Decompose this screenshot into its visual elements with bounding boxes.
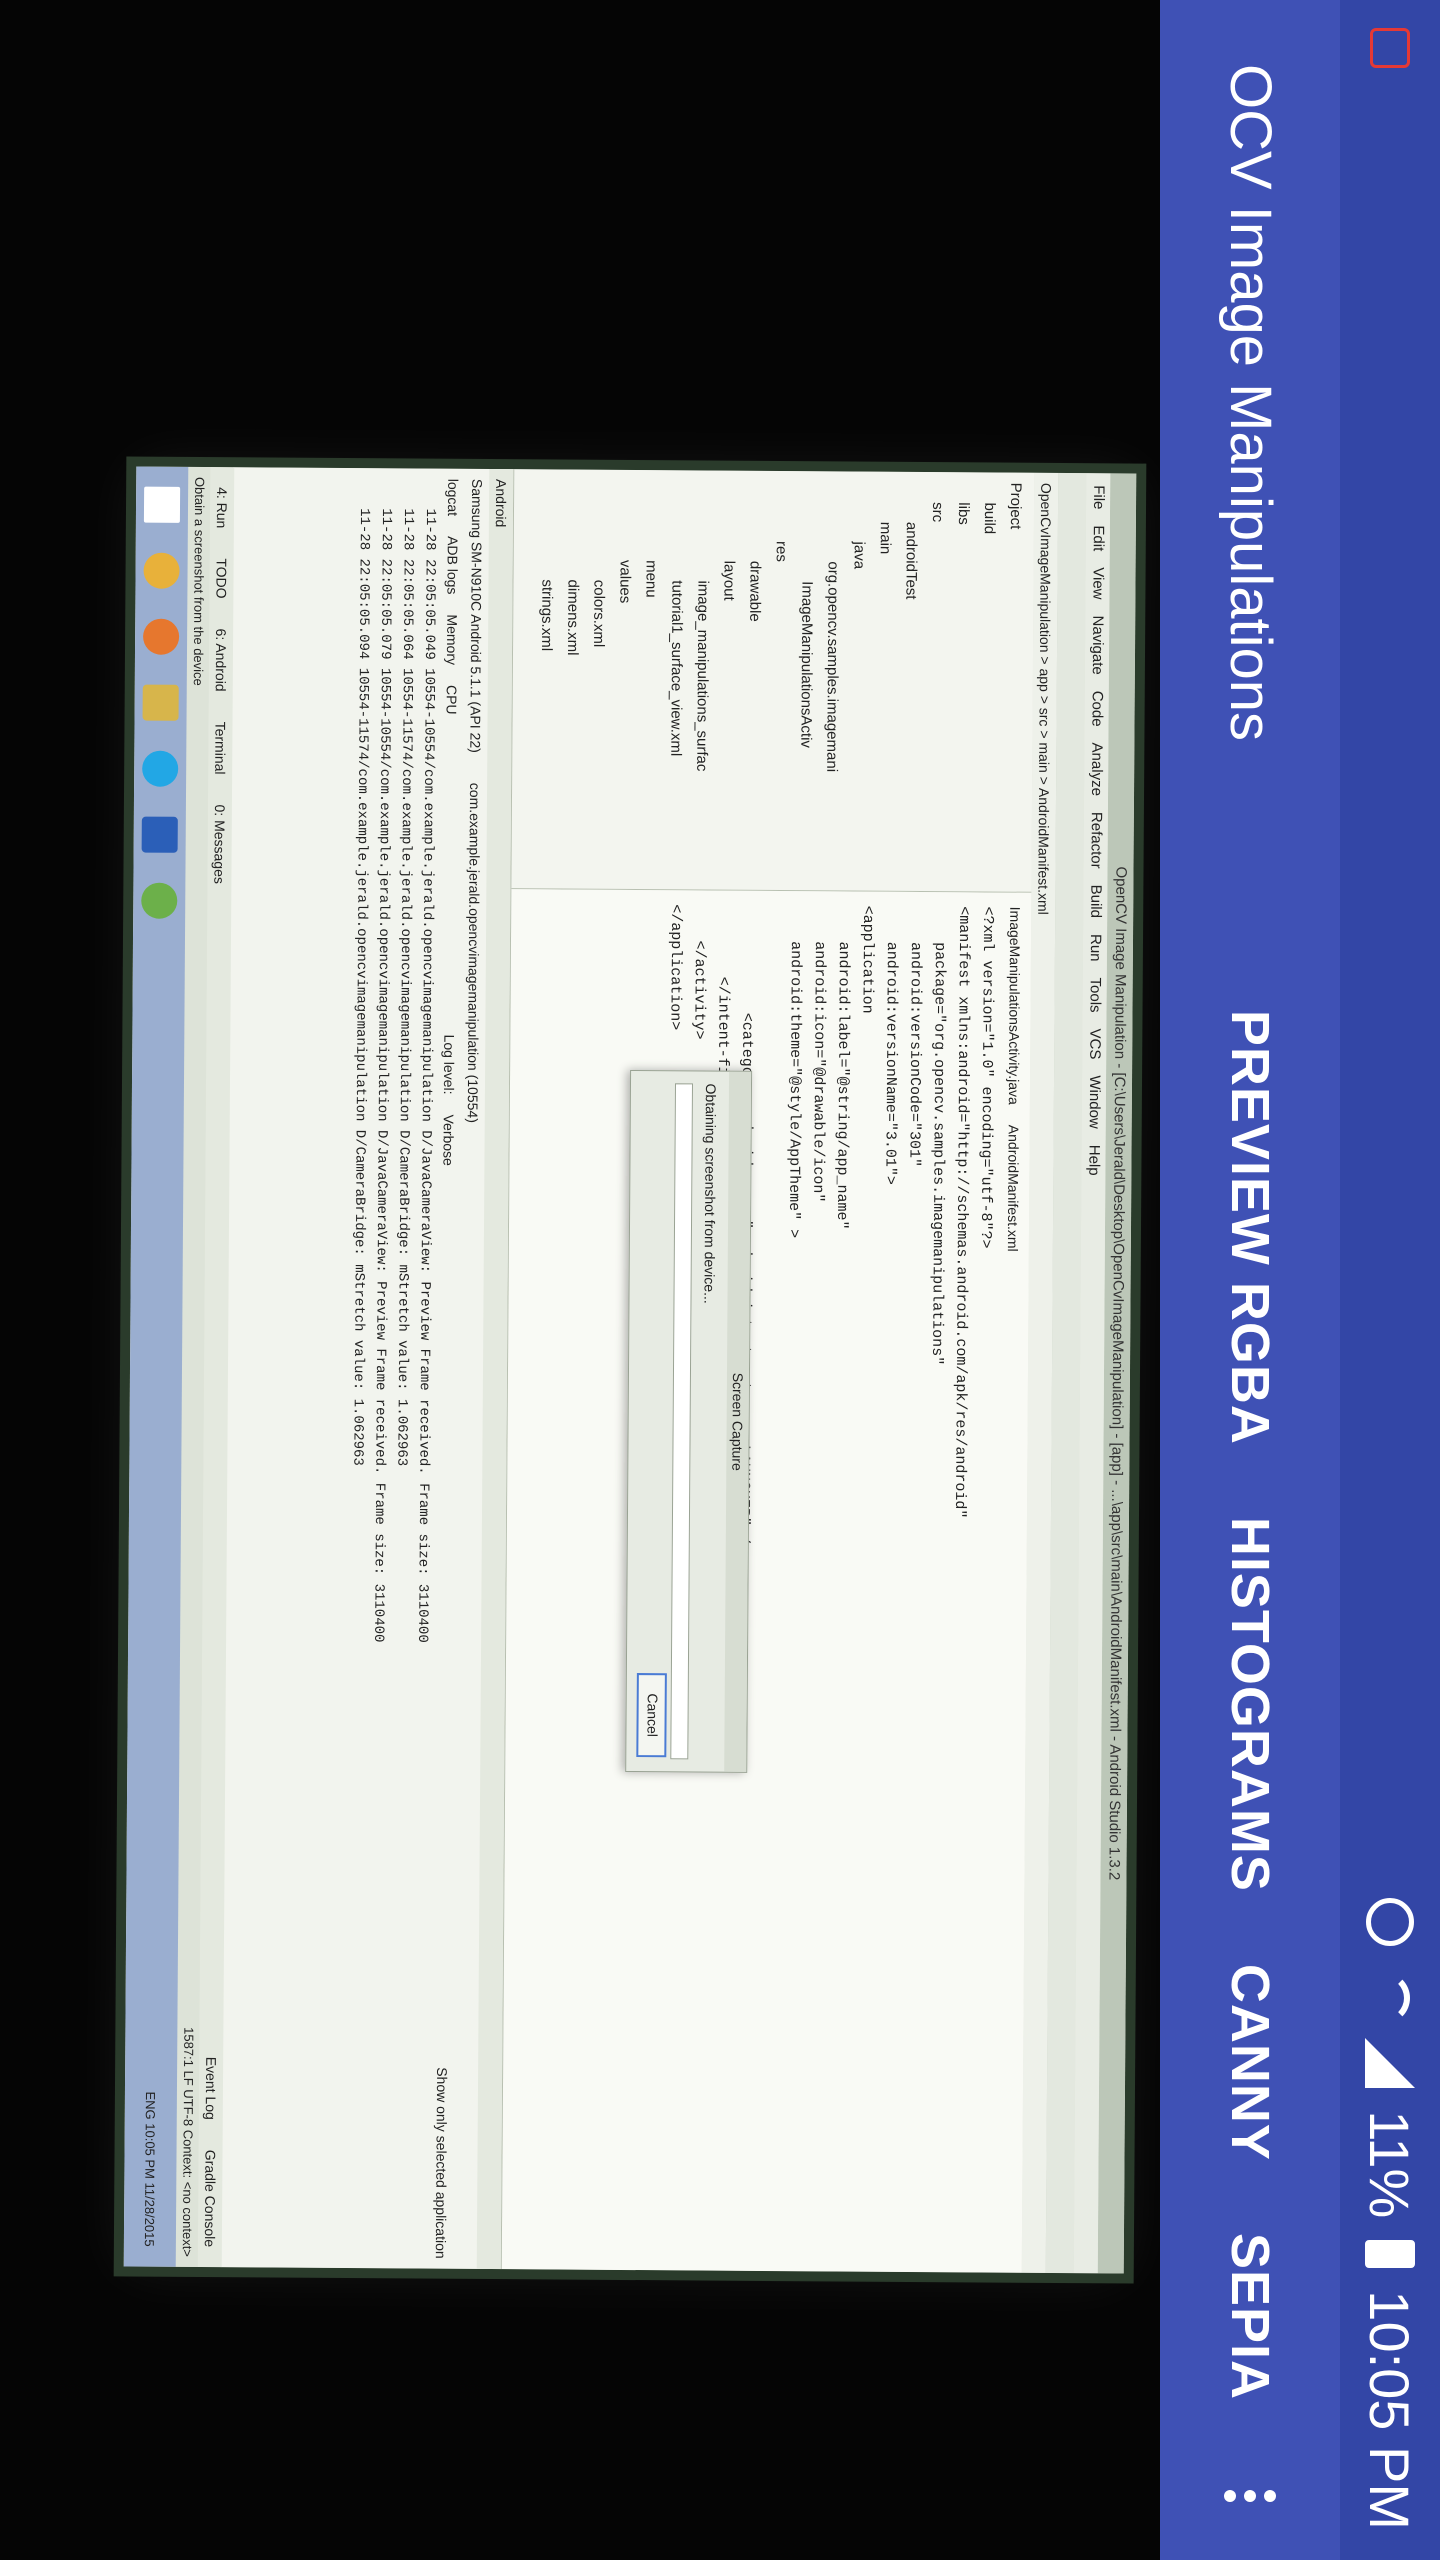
sepia-button[interactable]: SEPIA	[1219, 2233, 1281, 2400]
tree-item: src	[928, 502, 947, 523]
action-bar: PREVIEW RGBA HISTOGRAMS CANNY SEPIA	[1160, 1010, 1340, 2520]
menu-help: Help	[1085, 1144, 1103, 1176]
log-level-select: Verbose	[440, 1114, 457, 1166]
tree-item: java	[850, 541, 868, 570]
notification-icon	[1370, 28, 1410, 68]
menu-navigate: Navigate	[1088, 615, 1107, 675]
battery-percent: 11%	[1358, 2110, 1422, 2219]
tool-gradle-console: Gradle Console	[201, 2149, 219, 2248]
app-title: OCV Image Manipulations	[1218, 64, 1283, 741]
signal-icon	[1365, 2038, 1415, 2089]
tree-item: tutorial1_surface_view.xml	[667, 580, 686, 757]
tree-item: drawable	[746, 560, 764, 622]
preview-rgba-button[interactable]: PREVIEW RGBA	[1219, 1010, 1281, 1445]
menu-build: Build	[1087, 884, 1105, 919]
app-screen: 11% 10:05 PM OCV Image Manipulations PRE…	[0, 0, 1440, 2560]
tree-item: image_manipulations_surfac	[693, 580, 712, 772]
battery-charging-icon	[1365, 2240, 1415, 2269]
tree-item: Project	[1006, 482, 1025, 530]
menu-file: File	[1090, 485, 1108, 510]
tree-item: main	[876, 521, 894, 555]
tool-messages: 0: Messages	[211, 804, 228, 884]
tray-lang: ENG	[143, 2091, 159, 2120]
device-selector: Samsung SM-N910C Android 5.1.1 (API 22)	[467, 478, 486, 753]
tab-logcat: logcat	[444, 478, 462, 517]
tab-adb-logs: ADB logs	[444, 536, 461, 595]
menu-code: Code	[1088, 690, 1106, 727]
tray-date: 11/28/2015	[142, 2182, 158, 2247]
dialog-cancel-button: Cancel	[636, 1673, 667, 1758]
project-tree: Project build libs src androidTest main …	[511, 469, 1035, 893]
tree-item: layout	[720, 560, 738, 601]
chrome-icon	[143, 552, 180, 589]
windows-start-icon	[143, 486, 181, 523]
canny-button[interactable]: CANNY	[1219, 1964, 1281, 2161]
app-bar: OCV Image Manipulations PREVIEW RGBA HIS…	[1160, 0, 1340, 2560]
alarm-icon	[1366, 1898, 1414, 1947]
menu-edit: Edit	[1089, 525, 1107, 552]
more-vert-icon[interactable]	[1224, 2472, 1276, 2520]
tray-time: 10:05 PM	[142, 2123, 159, 2179]
tool-android: 6: Android	[212, 628, 230, 692]
code-editor: ImageManipulationsActivity.java AndroidM…	[501, 889, 1032, 2273]
firefox-icon	[142, 618, 180, 655]
camera-preview: OpenCV Image Manipulation - [C:\Users\Je…	[0, 0, 1160, 2560]
filter-select: Show only selected application	[432, 2067, 451, 2259]
menu-vcs: VCS	[1086, 1028, 1104, 1060]
android-studio-icon	[141, 882, 178, 919]
tool-event-log: Event Log	[202, 2056, 220, 2120]
status-bar-right: 11% 10:05 PM	[1340, 1898, 1440, 2530]
tab-activity-java: ImageManipulationsActivity.java	[1005, 906, 1024, 1105]
tree-item: menu	[642, 560, 660, 598]
tree-item: androidTest	[902, 521, 920, 600]
menu-refactor: Refactor	[1087, 811, 1105, 869]
monitor-photo: OpenCV Image Manipulation - [C:\Users\Je…	[123, 466, 1137, 2274]
status-bar: 11% 10:05 PM	[1340, 0, 1440, 2560]
histograms-button[interactable]: HISTOGRAMS	[1219, 1517, 1281, 1892]
system-tray: ENG 10:05 PM 11/28/2015	[142, 2091, 158, 2266]
tab-manifest-xml: AndroidManifest.xml	[1004, 1124, 1022, 1252]
menu-analyze: Analyze	[1088, 742, 1106, 797]
screen-capture-dialog: Screen Capture Obtaining screenshot from…	[625, 1069, 753, 1773]
log-level-label: Log level:	[440, 1034, 458, 1095]
tree-item: strings.xml	[538, 579, 556, 652]
tree-item: org.opencv.samples.imagemani	[823, 561, 842, 773]
tree-item: build	[980, 502, 999, 535]
tool-run: 4: Run	[213, 487, 231, 529]
ide-status-left: Obtain a screenshot from the device	[190, 476, 208, 686]
menu-run: Run	[1086, 933, 1105, 962]
editor-tabs: ImageManipulationsActivity.java AndroidM…	[998, 907, 1023, 2259]
skype-icon	[142, 750, 179, 787]
menu-view: View	[1089, 567, 1107, 600]
word-icon	[141, 816, 178, 853]
tree-item: ImageManipulationsActiv	[797, 581, 816, 749]
tab-cpu: CPU	[443, 684, 460, 715]
tree-item: res	[772, 540, 790, 562]
menu-tools: Tools	[1086, 977, 1104, 1013]
wifi-icon	[1366, 1968, 1414, 2016]
dialog-message: Obtaining screenshot from device...	[701, 1083, 720, 1304]
process-selector: com.example.jerald.opencvimagemanipulati…	[464, 782, 484, 1123]
tree-item: values	[616, 559, 634, 604]
android-panel: Android Samsung SM-N910C Android 5.1.1 (…	[220, 467, 515, 2270]
menu-window: Window	[1085, 1075, 1104, 1129]
tree-item: libs	[954, 502, 973, 525]
ide-status-right: 1587:1 LF UTF-8 Context: <no context>	[179, 2027, 197, 2257]
tree-item: colors.xml	[590, 579, 608, 648]
tool-todo: TODO	[213, 558, 230, 599]
tab-memory: Memory	[443, 614, 461, 666]
tree-item: dimens.xml	[563, 579, 582, 656]
tool-terminal: Terminal	[212, 721, 229, 775]
clock: 10:05 PM	[1358, 2290, 1422, 2530]
folder-icon	[142, 684, 179, 721]
